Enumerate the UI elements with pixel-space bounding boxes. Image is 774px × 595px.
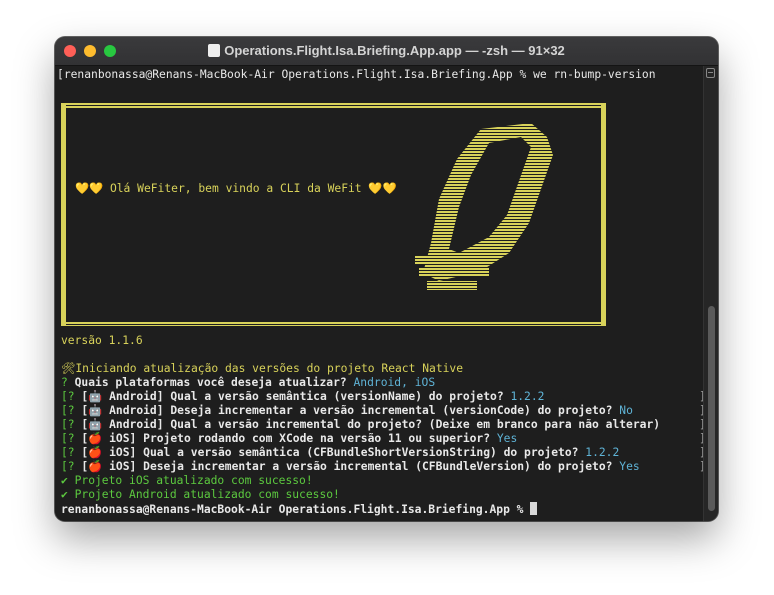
question-text: Qual a versão semântica (versionName) do…: [170, 390, 504, 403]
question-text: Qual a versão incremental do projeto? (D…: [170, 418, 661, 431]
apple-icon: 🍎: [88, 432, 103, 445]
text-cursor: [530, 502, 538, 515]
question-answer: No: [619, 404, 633, 417]
command-text: renanbonassa@Renans-MacBook-Air Operatio…: [63, 68, 656, 81]
question-prefix: [?: [61, 460, 75, 473]
robot-icon: 🤖: [88, 404, 103, 417]
command-line: [renanbonassa@Renans-MacBook-Air Operati…: [57, 68, 656, 81]
question-text: Projeto rodando com XCode na versão 11 o…: [143, 432, 491, 445]
question-line: [? [🍎 iOS] Projeto rodando com XCode na …: [61, 432, 518, 445]
question-prefix: [?: [61, 404, 75, 417]
platform-label: Android]: [109, 390, 164, 403]
question-text: Qual a versão semântica (CFBundleShortVe…: [143, 446, 579, 459]
platform-question: ? Quais plataformas você deseja atualiza…: [61, 376, 435, 390]
split-pane-icon[interactable]: [706, 68, 715, 78]
platform-label: Android]: [109, 404, 164, 417]
apple-icon: 🍎: [88, 446, 103, 459]
question-prefix: [?: [61, 432, 75, 445]
window-title: Operations.Flight.Isa.Briefing.App.app —…: [55, 43, 718, 58]
window-title-text: Operations.Flight.Isa.Briefing.App.app —…: [224, 43, 565, 58]
yellow-heart-icon: 💛💛: [368, 182, 397, 195]
robot-icon: 🤖: [88, 390, 103, 403]
platform-label: iOS]: [109, 432, 137, 445]
question-text: Quais plataformas você deseja atualizar?: [74, 376, 347, 389]
banner-message: 💛💛 Olá WeFiter, bem vindo a CLI da WeFit…: [75, 182, 397, 195]
banner-frame-bottom: [61, 321, 606, 326]
yellow-heart-icon: 💛💛: [75, 182, 104, 195]
start-text: Iniciando atualização das versões do pro…: [75, 362, 464, 375]
question-line: [? [🍎 iOS] Deseja incrementar a versão i…: [61, 460, 640, 473]
version-line: versão 1.1.6: [61, 334, 143, 347]
question-line: [? [🤖 Android] Qual a versão semântica (…: [61, 390, 545, 403]
prompt-text: renanbonassa@Renans-MacBook-Air Operatio…: [61, 503, 524, 516]
ascii-art-svg: [61, 103, 606, 326]
question-line: [? [🤖 Android] Qual a versão incremental…: [61, 418, 661, 431]
success-ios: ✔ Projeto iOS atualizado com sucesso!: [61, 474, 313, 487]
question-answer: 1.2.2: [585, 446, 620, 459]
question-answer: Yes: [496, 432, 518, 445]
question-answer: Android, iOS: [353, 376, 436, 389]
question-answer: Yes: [619, 460, 640, 473]
question-text: Deseja incrementar a versão incremental …: [143, 460, 613, 473]
prompt-line[interactable]: renanbonassa@Renans-MacBook-Air Operatio…: [61, 502, 538, 517]
platform-label: iOS]: [109, 446, 137, 459]
question-line: [? [🤖 Android] Deseja incrementar a vers…: [61, 404, 633, 417]
success-android: ✔ Projeto Android atualizado com sucesso…: [61, 488, 340, 501]
banner-frame-right: [601, 103, 606, 326]
question-prefix: [?: [61, 390, 75, 403]
document-icon: [208, 44, 221, 57]
terminal-window: Operations.Flight.Isa.Briefing.App.app —…: [55, 37, 718, 521]
question-prefix: ?: [61, 376, 68, 389]
title-bar[interactable]: Operations.Flight.Isa.Briefing.App.app —…: [55, 37, 718, 66]
scrollbar[interactable]: [703, 66, 718, 521]
question-line: [? [🍎 iOS] Qual a versão semântica (CFBu…: [61, 446, 620, 459]
question-text: Deseja incrementar a versão incremental …: [170, 404, 613, 417]
banner-text: Olá WeFiter, bem vindo a CLI da WeFit: [109, 182, 362, 195]
scrollbar-thumb[interactable]: [708, 306, 715, 511]
platform-label: Android]: [109, 418, 164, 431]
start-line: 🛠Iniciando atualização das versões do pr…: [61, 362, 463, 376]
ascii-banner: [61, 103, 606, 328]
hammer-wrench-icon: 🛠: [61, 362, 76, 375]
robot-icon: 🤖: [88, 418, 103, 431]
question-prefix: [?: [61, 446, 75, 459]
question-prefix: [?: [61, 418, 75, 431]
apple-icon: 🍎: [88, 460, 103, 473]
question-answer: 1.2.2: [510, 390, 545, 403]
banner-frame-left: [61, 103, 66, 326]
platform-label: iOS]: [109, 460, 137, 473]
terminal-content[interactable]: [renanbonassa@Renans-MacBook-Air Operati…: [55, 66, 706, 521]
banner-frame-top: [61, 103, 606, 108]
